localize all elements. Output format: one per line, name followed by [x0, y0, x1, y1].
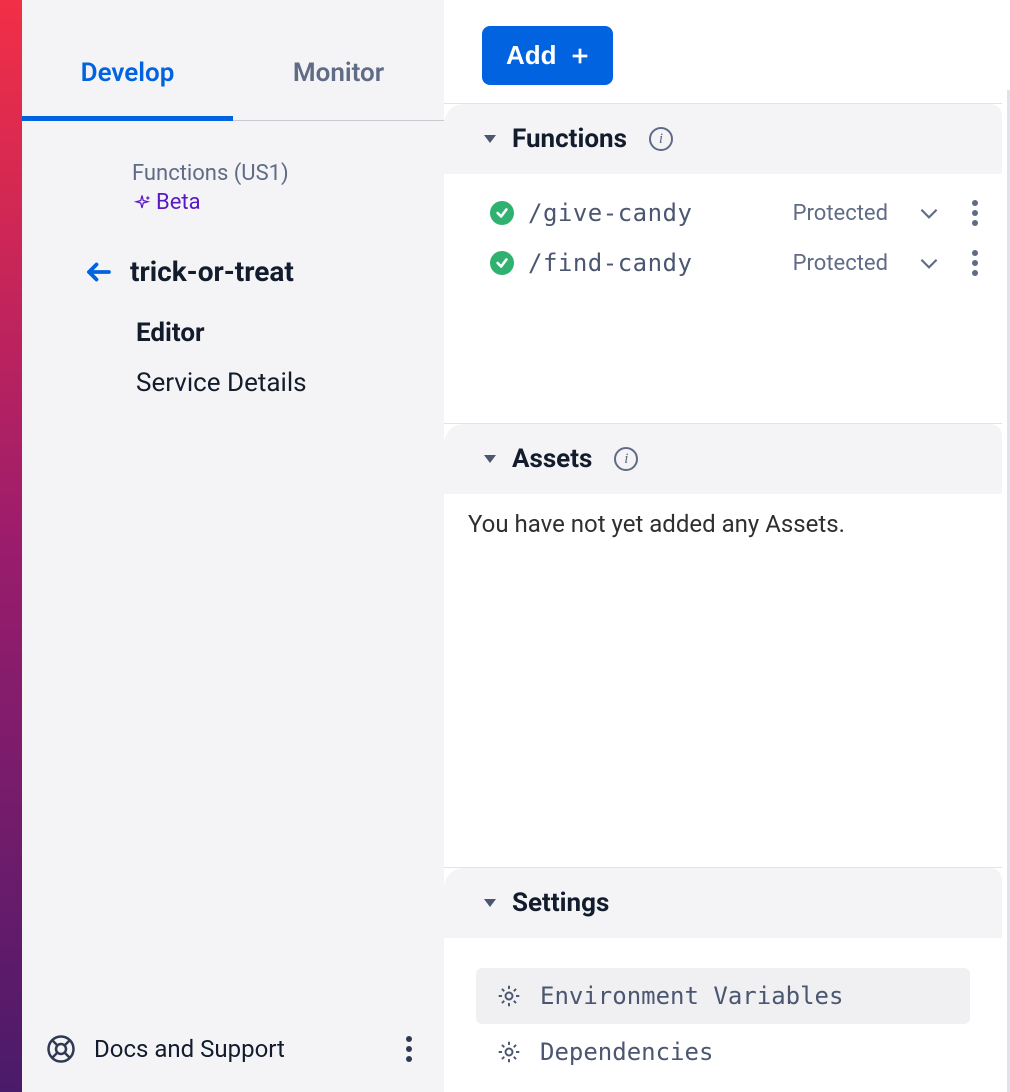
- sidebar-tabs: Develop Monitor: [22, 0, 444, 121]
- section-title-assets: Assets: [512, 444, 592, 474]
- plus-icon: [569, 45, 591, 67]
- caret-down-icon: [482, 895, 498, 911]
- function-visibility: Protected: [793, 251, 888, 276]
- main-panel: Add Functions i /give-candy Protected: [444, 0, 1010, 1092]
- tab-monitor[interactable]: Monitor: [233, 40, 444, 121]
- chevron-down-icon[interactable]: [916, 250, 942, 276]
- service-back-row[interactable]: trick-or-treat: [22, 215, 444, 288]
- chevron-down-icon[interactable]: [916, 200, 942, 226]
- sidebar-item-service-details[interactable]: Service Details: [136, 368, 444, 398]
- sidebar-subnav: Editor Service Details: [22, 288, 444, 398]
- settings-list: Environment Variables Dependencies: [444, 938, 1002, 1092]
- service-name: trick-or-treat: [130, 255, 294, 288]
- info-icon[interactable]: i: [649, 127, 673, 151]
- function-more-button[interactable]: [964, 248, 986, 278]
- caret-down-icon: [482, 131, 498, 147]
- sidebar: Develop Monitor Functions (US1) Beta tri…: [22, 0, 444, 1092]
- app-root: Develop Monitor Functions (US1) Beta tri…: [0, 0, 1010, 1092]
- assets-empty-text: You have not yet added any Assets.: [444, 494, 1002, 538]
- settings-item-dependencies[interactable]: Dependencies: [476, 1024, 970, 1080]
- toolbar: Add: [444, 0, 1002, 103]
- section-functions: Functions i /give-candy Protected /find-…: [444, 103, 1002, 423]
- function-visibility: Protected: [793, 201, 888, 226]
- gear-icon: [496, 1039, 522, 1065]
- function-row[interactable]: /give-candy Protected: [444, 188, 1002, 238]
- functions-list: /give-candy Protected /find-candy Protec…: [444, 174, 1002, 294]
- section-header-settings[interactable]: Settings: [444, 868, 1002, 938]
- sidebar-more-button[interactable]: [398, 1034, 420, 1064]
- check-circle-icon: [490, 251, 514, 275]
- sparkle-icon: [132, 193, 152, 213]
- function-more-button[interactable]: [964, 198, 986, 228]
- settings-item-label: Dependencies: [540, 1038, 713, 1066]
- lifebuoy-icon: [46, 1034, 76, 1064]
- add-button-label: Add: [506, 40, 557, 71]
- brand-edge-strip: [0, 0, 22, 1092]
- add-button[interactable]: Add: [482, 26, 613, 85]
- beta-label: Beta: [156, 190, 201, 215]
- section-header-assets[interactable]: Assets i: [444, 424, 1002, 494]
- section-assets: Assets i You have not yet added any Asse…: [444, 423, 1002, 867]
- arrow-left-icon: [84, 257, 114, 287]
- docs-support-link[interactable]: Docs and Support: [94, 1035, 380, 1063]
- caret-down-icon: [482, 451, 498, 467]
- beta-badge: Beta: [132, 190, 444, 215]
- tab-develop[interactable]: Develop: [22, 40, 233, 121]
- function-row[interactable]: /find-candy Protected: [444, 238, 1002, 288]
- check-circle-icon: [490, 201, 514, 225]
- breadcrumb-label: Functions (US1): [132, 161, 444, 186]
- settings-item-label: Environment Variables: [540, 982, 843, 1010]
- settings-item-env-vars[interactable]: Environment Variables: [476, 968, 970, 1024]
- gear-icon: [496, 983, 522, 1009]
- breadcrumb: Functions (US1) Beta: [22, 121, 444, 215]
- info-icon[interactable]: i: [614, 447, 638, 471]
- function-name: /find-candy: [528, 249, 692, 277]
- section-settings: Settings Environment Variables Dependenc…: [444, 867, 1002, 1092]
- sidebar-item-editor[interactable]: Editor: [136, 318, 444, 348]
- section-header-functions[interactable]: Functions i: [444, 104, 1002, 174]
- sidebar-footer: Docs and Support: [22, 1014, 444, 1092]
- function-name: /give-candy: [528, 199, 692, 227]
- section-title-settings: Settings: [512, 888, 609, 918]
- section-title-functions: Functions: [512, 124, 627, 154]
